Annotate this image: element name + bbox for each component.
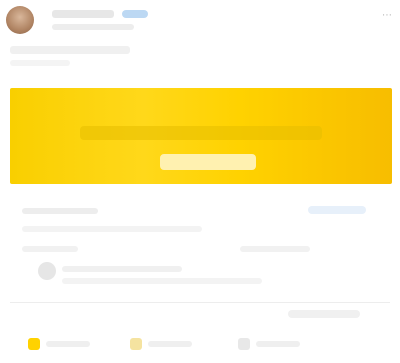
link-action-button[interactable] — [308, 206, 366, 214]
commenter-avatar[interactable] — [38, 262, 56, 280]
like-button[interactable] — [28, 338, 108, 350]
link-description — [22, 226, 202, 232]
banner-headline — [80, 126, 322, 140]
promo-banner[interactable] — [10, 88, 392, 184]
post-card: ⋯ — [0, 0, 400, 363]
reactions-count[interactable] — [22, 246, 78, 252]
post-meta — [52, 24, 134, 30]
banner-cta-button[interactable] — [160, 154, 256, 170]
post-text-line-1 — [10, 46, 130, 54]
share-button[interactable] — [238, 338, 318, 350]
share-label — [256, 341, 300, 347]
more-options-icon[interactable]: ⋯ — [380, 11, 394, 21]
comment-author[interactable] — [62, 266, 182, 272]
share-icon — [238, 338, 250, 350]
stats-row — [10, 244, 390, 256]
thumbs-up-icon — [28, 338, 40, 350]
post-header: ⋯ — [6, 6, 394, 34]
comments-count[interactable] — [240, 246, 310, 252]
verified-badge-icon — [122, 10, 148, 18]
divider — [10, 302, 390, 303]
comment-button[interactable] — [130, 338, 210, 350]
post-text-line-2 — [10, 60, 70, 66]
reply-link[interactable] — [288, 310, 360, 318]
comment-text — [62, 278, 262, 284]
action-bar — [0, 332, 400, 356]
author-name[interactable] — [52, 10, 114, 18]
comment-icon — [130, 338, 142, 350]
like-label — [46, 341, 90, 347]
comment-label — [148, 341, 192, 347]
author-avatar[interactable] — [6, 6, 34, 34]
link-domain[interactable] — [22, 208, 98, 214]
